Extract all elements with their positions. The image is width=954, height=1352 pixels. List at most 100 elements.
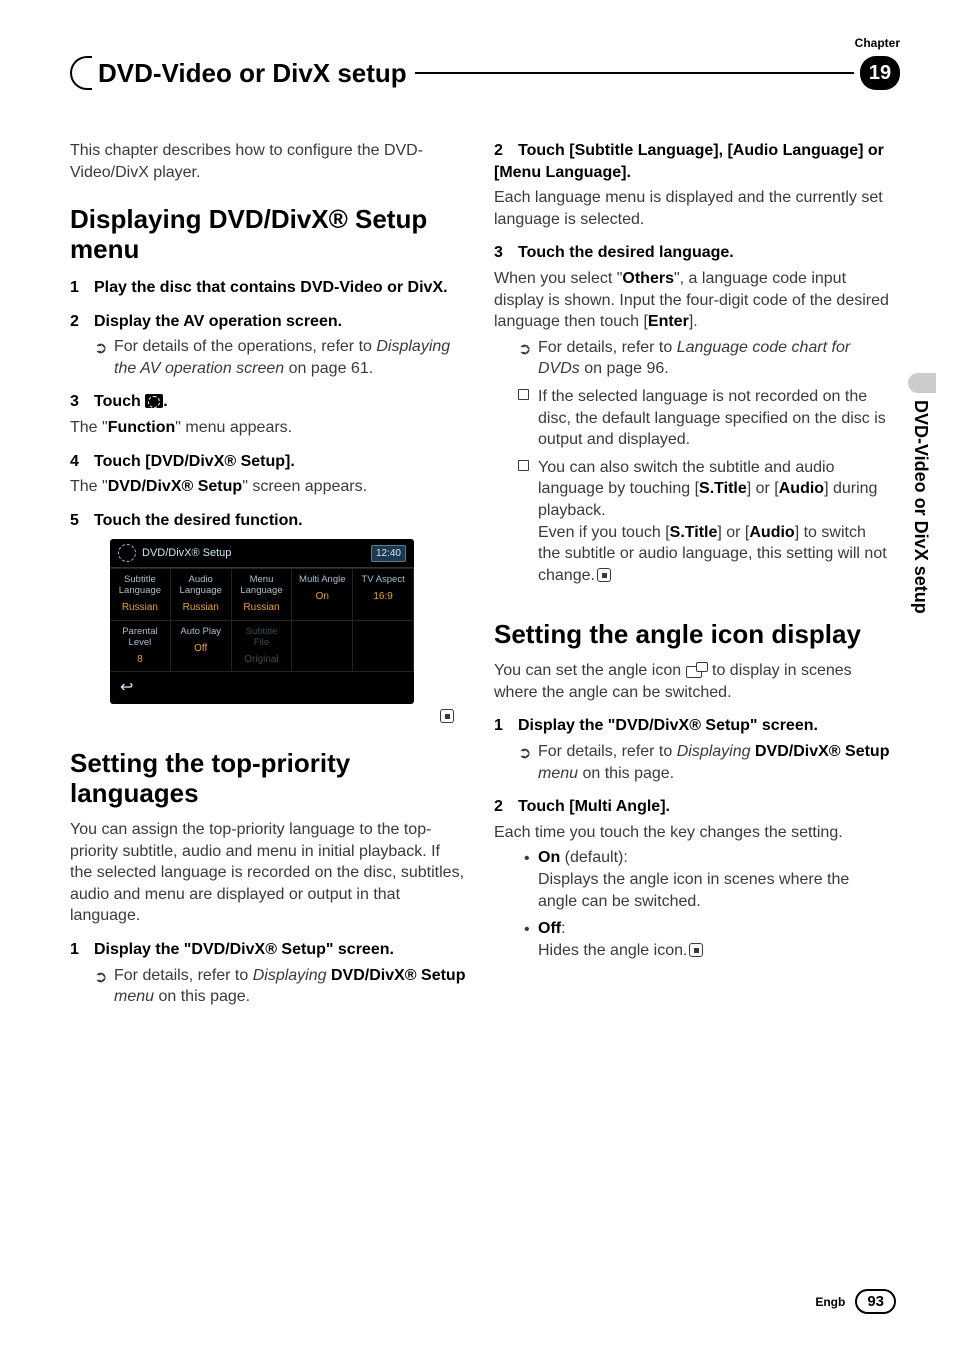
heading-top-priority-languages: Setting the top-priority languages <box>70 749 466 809</box>
chapter-number-badge: 19 <box>860 56 900 90</box>
setup-row-2: ParentalLevel8 Auto PlayOff SubtitleFile… <box>110 620 414 671</box>
step-r3-sub3: You can also switch the subtitle and aud… <box>494 457 890 587</box>
step-r3-body: When you select "Others", a language cod… <box>494 268 890 333</box>
gear-icon <box>145 394 163 408</box>
setup-screen-footer: ↩ <box>110 671 414 704</box>
step-2-subnote: ➲ For details of the operations, refer t… <box>70 336 466 379</box>
note-box-icon <box>518 389 529 400</box>
sub-bold: DVD/DivX® Setup <box>331 967 465 984</box>
subnote-pre: For details, refer to <box>114 967 253 984</box>
embedded-screenshot: DVD/DivX® Setup 12:40 SubtitleLanguageRu… <box>70 539 466 703</box>
step-num: 3 <box>70 391 94 413</box>
header-bar: DVD-Video or DivX setup 19 <box>70 56 900 90</box>
cell-parental-level[interactable]: ParentalLevel8 <box>110 620 171 671</box>
cell-empty <box>353 620 414 671</box>
body-bold: Function <box>108 419 176 436</box>
angle-paragraph: You can set the angle icon to display in… <box>494 660 890 703</box>
side-tab-bg <box>908 373 936 393</box>
sub-ital2: menu <box>114 988 154 1005</box>
cell-audio-language[interactable]: AudioLanguageRussian <box>171 568 232 619</box>
setup-screen-header: DVD/DivX® Setup 12:40 <box>110 539 414 568</box>
step-5: 5Touch the desired function. <box>70 510 466 532</box>
step-1: 1Play the disc that contains DVD-Video o… <box>70 277 466 299</box>
chapter-label: Chapter <box>855 36 900 50</box>
note-box-icon <box>518 460 529 471</box>
end-icon <box>597 568 611 582</box>
step-3-body: The "Function" menu appears. <box>70 417 466 439</box>
step-a1: 1Display the "DVD/DivX® Setup" screen. <box>494 715 890 737</box>
setup-screen: DVD/DivX® Setup 12:40 SubtitleLanguageRu… <box>110 539 414 703</box>
step-text-pre: Touch <box>94 393 145 410</box>
heading-displaying-setup: Displaying DVD/DivX® Setup menu <box>70 205 466 265</box>
step-text-post: . <box>163 393 167 410</box>
header-curve <box>70 56 92 90</box>
option-on: • On (default): Displays the angle icon … <box>494 847 890 912</box>
bullet-icon: • <box>524 848 530 870</box>
option-off: • Off: Hides the angle icon. <box>494 918 890 961</box>
arrow-icon: ➲ <box>94 338 107 360</box>
setup-row-1: SubtitleLanguageRussian AudioLanguageRus… <box>110 568 414 619</box>
setup-header-left: DVD/DivX® Setup <box>118 544 231 562</box>
step-4-body: The "DVD/DivX® Setup" screen appears. <box>70 476 466 498</box>
intro-paragraph: This chapter describes how to configure … <box>70 140 466 183</box>
step-num: 1 <box>70 277 94 299</box>
header-rule <box>415 72 854 74</box>
body-pre: The " <box>70 419 108 436</box>
content-columns: This chapter describes how to configure … <box>70 140 900 1014</box>
step-tp-1: 1Display the "DVD/DivX® Setup" screen. <box>70 939 466 961</box>
step-4: 4Touch [DVD/DivX® Setup]. <box>70 451 466 473</box>
subnote-post: on page 61. <box>284 360 373 377</box>
arrow-icon: ➲ <box>518 743 531 765</box>
step-a1-sub: ➲ For details, refer to Displaying DVD/D… <box>494 741 890 784</box>
gear-icon <box>118 544 136 562</box>
bullet-icon: • <box>524 919 530 941</box>
step-num: 3 <box>494 242 518 264</box>
step-3: 3Touch . <box>70 391 466 413</box>
step-num: 4 <box>70 451 94 473</box>
step-r2-body: Each language menu is displayed and the … <box>494 187 890 230</box>
arrow-icon: ➲ <box>518 339 531 361</box>
step-text: Touch the desired language. <box>518 244 734 261</box>
cell-empty <box>292 620 353 671</box>
subnote-pre: For details of the operations, refer to <box>114 338 376 355</box>
cell-menu-language[interactable]: MenuLanguageRussian <box>232 568 293 619</box>
step-text: Touch the desired function. <box>94 512 303 529</box>
page-number: 93 <box>855 1289 896 1314</box>
cell-auto-play[interactable]: Auto PlayOff <box>171 620 232 671</box>
cell-subtitle-language[interactable]: SubtitleLanguageRussian <box>110 568 171 619</box>
step-r3-sub1: ➲ For details, refer to Language code ch… <box>494 337 890 380</box>
footer-language: Engb <box>815 1295 845 1309</box>
left-column: This chapter describes how to configure … <box>70 140 466 1014</box>
step-text: Play the disc that contains DVD-Video or… <box>94 279 448 296</box>
step-2: 2Display the AV operation screen. <box>70 311 466 333</box>
side-tab-label: DVD-Video or DivX setup <box>910 400 931 614</box>
option-label: Off <box>538 920 561 937</box>
step-num: 2 <box>70 311 94 333</box>
option-body: Displays the angle icon in scenes where … <box>538 871 849 910</box>
step-r2: 2Touch [Subtitle Language], [Audio Langu… <box>494 140 890 183</box>
option-body: Hides the angle icon. <box>538 942 687 959</box>
sub-ital: Displaying <box>253 967 331 984</box>
step-num: 1 <box>494 715 518 737</box>
step-text: Touch [Multi Angle]. <box>518 798 670 815</box>
step-r3-sub2: If the selected language is not recorded… <box>494 386 890 451</box>
step-a2: 2Touch [Multi Angle]. <box>494 796 890 818</box>
setup-screen-time: 12:40 <box>371 545 406 563</box>
cell-multi-angle[interactable]: Multi AngleOn <box>292 568 353 619</box>
body-bold: DVD/DivX® Setup <box>108 478 242 495</box>
step-num: 5 <box>70 510 94 532</box>
cell-subtitle-file: SubtitleFileOriginal <box>232 620 293 671</box>
arrow-icon: ➲ <box>94 967 107 989</box>
step-num: 1 <box>70 939 94 961</box>
body-post: " menu appears. <box>175 419 292 436</box>
cell-tv-aspect[interactable]: TV Aspect16:9 <box>353 568 414 619</box>
manual-page: Chapter DVD-Video or DivX setup 19 DVD-V… <box>0 0 954 1352</box>
step-num: 2 <box>494 796 518 818</box>
step-text: Display the AV operation screen. <box>94 313 342 330</box>
body-post: " screen appears. <box>242 478 367 495</box>
step-r3: 3Touch the desired language. <box>494 242 890 264</box>
step-num: 2 <box>494 140 518 162</box>
step-text: Display the "DVD/DivX® Setup" screen. <box>518 717 818 734</box>
back-icon[interactable]: ↩ <box>120 679 133 696</box>
body-pre: The " <box>70 478 108 495</box>
